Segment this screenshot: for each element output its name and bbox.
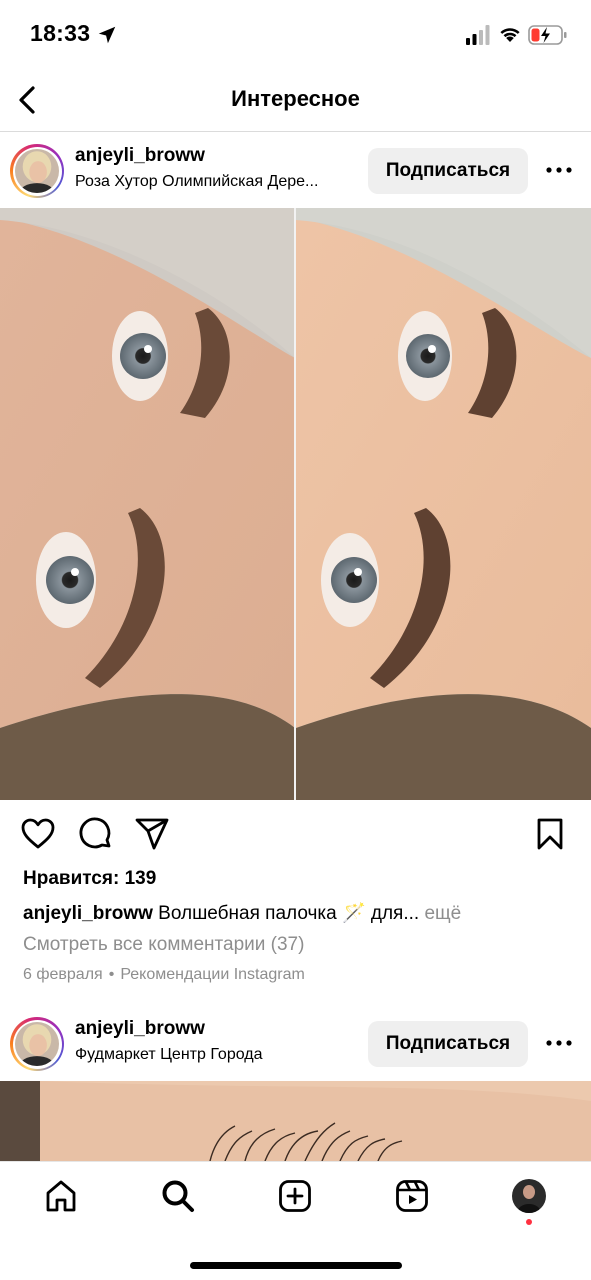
search-icon[interactable] — [161, 1179, 195, 1213]
view-comments-link[interactable]: Смотреть все комментарии (37) — [23, 934, 304, 956]
home-indicator — [190, 1262, 402, 1269]
avatar-image — [15, 149, 59, 193]
post-header: anjeyli_broww Фудмаркет Центр Города Под… — [0, 1005, 591, 1081]
avatar[interactable] — [10, 144, 64, 198]
post-photo[interactable] — [0, 208, 591, 800]
location-arrow-icon — [98, 26, 116, 44]
comment-icon[interactable] — [78, 816, 114, 852]
more-horizontal-icon[interactable] — [545, 1033, 573, 1053]
cellular-signal-icon — [466, 25, 490, 45]
caption-more-link[interactable]: ещё — [424, 903, 461, 924]
post-location[interactable]: Роза Хутор Олимпийская Дере... — [75, 173, 365, 191]
follow-button[interactable]: Подписаться — [368, 1021, 528, 1067]
heart-icon[interactable] — [20, 816, 56, 852]
notification-dot — [526, 1219, 532, 1225]
post-location[interactable]: Фудмаркет Центр Города — [75, 1046, 365, 1064]
status-time: 18:33 — [30, 20, 91, 46]
nav-header: Интересное — [0, 70, 591, 132]
bookmark-icon[interactable] — [532, 816, 568, 852]
follow-button[interactable]: Подписаться — [368, 148, 528, 194]
more-horizontal-icon[interactable] — [545, 160, 573, 180]
post-username[interactable]: anjeyli_broww — [75, 1018, 205, 1040]
wifi-icon — [500, 28, 520, 42]
caption-text: Волшебная палочка 🪄 для... — [158, 903, 420, 924]
post-username[interactable]: anjeyli_broww — [75, 145, 205, 167]
new-post-icon[interactable] — [278, 1179, 312, 1213]
reels-icon[interactable] — [395, 1179, 429, 1213]
avatar-image — [15, 1022, 59, 1066]
post-caption: anjeyli_broww Волшебная палочка 🪄 для...… — [23, 901, 461, 925]
before-photo-half — [0, 208, 295, 800]
post-photo[interactable] — [0, 1081, 591, 1161]
battery-charging-icon — [528, 25, 567, 45]
after-photo-half — [296, 208, 591, 800]
avatar[interactable] — [10, 1017, 64, 1071]
caption-username[interactable]: anjeyli_broww — [23, 903, 153, 924]
home-icon[interactable] — [44, 1179, 78, 1213]
post-meta: 6 февраля • Рекомендации Instagram — [23, 966, 305, 983]
likes-count[interactable]: Нравится: 139 — [23, 868, 156, 890]
page-title: Интересное — [231, 86, 360, 111]
post-actions — [0, 800, 591, 870]
post-source: Рекомендации Instagram — [120, 966, 305, 983]
profile-avatar[interactable] — [512, 1179, 546, 1213]
post-header: anjeyli_broww Роза Хутор Олимпийская Дер… — [0, 132, 591, 208]
status-bar: 18:33 — [0, 0, 591, 70]
share-icon[interactable] — [134, 816, 170, 852]
post-date: 6 февраля — [23, 966, 103, 983]
